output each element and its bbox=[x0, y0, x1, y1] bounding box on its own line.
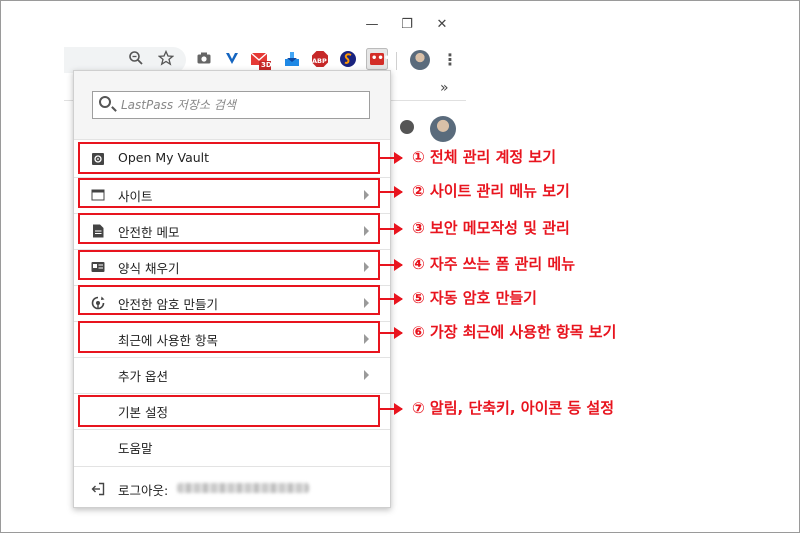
download-extension-icon[interactable] bbox=[282, 50, 302, 70]
menu-divider bbox=[74, 466, 390, 467]
adblock-plus-label: ABP bbox=[312, 57, 327, 65]
annotation-label: ③ 보안 메모작성 및 관리 bbox=[412, 219, 570, 237]
annotation-arrow bbox=[380, 186, 403, 198]
highlight-box bbox=[78, 285, 380, 315]
annotation-label: ② 사이트 관리 메뉴 보기 bbox=[412, 182, 570, 200]
mail-badge: 3D bbox=[261, 61, 272, 69]
restore-button[interactable]: ❐ bbox=[395, 14, 419, 36]
annotation-label: ⑥ 가장 최근에 사용한 항목 보기 bbox=[412, 323, 617, 341]
close-button[interactable]: ✕ bbox=[430, 14, 454, 36]
annotation-arrow bbox=[380, 327, 403, 339]
annotation-label: ⑤ 자동 암호 만들기 bbox=[412, 289, 537, 307]
annotation-label: ⑦ 알림, 단축키, 아이콘 등 설정 bbox=[412, 399, 615, 417]
search-box[interactable] bbox=[92, 91, 370, 119]
bookmarks-overflow-icon[interactable]: » bbox=[440, 80, 449, 96]
annotation-arrow bbox=[380, 293, 403, 305]
s-extension-icon[interactable] bbox=[338, 50, 358, 70]
menu-more-options[interactable]: 추가 옵션 bbox=[74, 357, 390, 393]
camera-icon[interactable] bbox=[194, 50, 214, 70]
menu-label: 추가 옵션 bbox=[118, 369, 168, 384]
notification-bell-icon[interactable] bbox=[400, 120, 414, 134]
logout-item[interactable]: 로그아웃: bbox=[74, 471, 390, 507]
chevron-right-icon bbox=[364, 370, 369, 380]
annotation-arrow bbox=[380, 152, 403, 164]
page-avatar[interactable] bbox=[430, 116, 456, 142]
menu-help[interactable]: 도움말 bbox=[74, 429, 390, 465]
vivaldi-extension-icon[interactable] bbox=[222, 50, 242, 70]
menu-label: 도움말 bbox=[118, 441, 153, 456]
lastpass-extension-button[interactable]: ••• bbox=[366, 48, 391, 70]
adblock-plus-icon[interactable]: ABP bbox=[310, 50, 330, 70]
mail-extension-icon[interactable]: 3D bbox=[250, 50, 272, 70]
blurred-email bbox=[177, 483, 309, 493]
logout-icon bbox=[91, 482, 105, 496]
highlight-box bbox=[78, 250, 380, 280]
more-menu-icon[interactable]: ⋮ bbox=[440, 50, 460, 70]
highlight-box bbox=[78, 213, 380, 244]
profile-avatar[interactable] bbox=[410, 50, 430, 70]
annotation-label: ④ 자주 쓰는 폼 관리 메뉴 bbox=[412, 255, 576, 273]
logout-label: 로그아웃: bbox=[118, 483, 169, 498]
star-icon[interactable] bbox=[156, 49, 176, 70]
highlight-box bbox=[78, 395, 380, 427]
search-area bbox=[74, 71, 390, 140]
highlight-box bbox=[78, 142, 380, 174]
search-icon bbox=[99, 96, 111, 108]
annotation-arrow bbox=[380, 403, 403, 415]
lastpass-dots: ••• bbox=[371, 53, 391, 64]
annotation-arrow bbox=[380, 259, 403, 271]
toolbar-divider bbox=[396, 52, 397, 70]
zoom-icon[interactable] bbox=[126, 50, 146, 70]
annotation-arrow bbox=[380, 223, 403, 235]
search-input[interactable] bbox=[119, 95, 363, 115]
minimize-button[interactable]: — bbox=[360, 14, 384, 36]
annotation-label: ① 전체 관리 계정 보기 bbox=[412, 148, 556, 166]
highlight-box bbox=[78, 321, 380, 353]
highlight-box bbox=[78, 178, 380, 208]
